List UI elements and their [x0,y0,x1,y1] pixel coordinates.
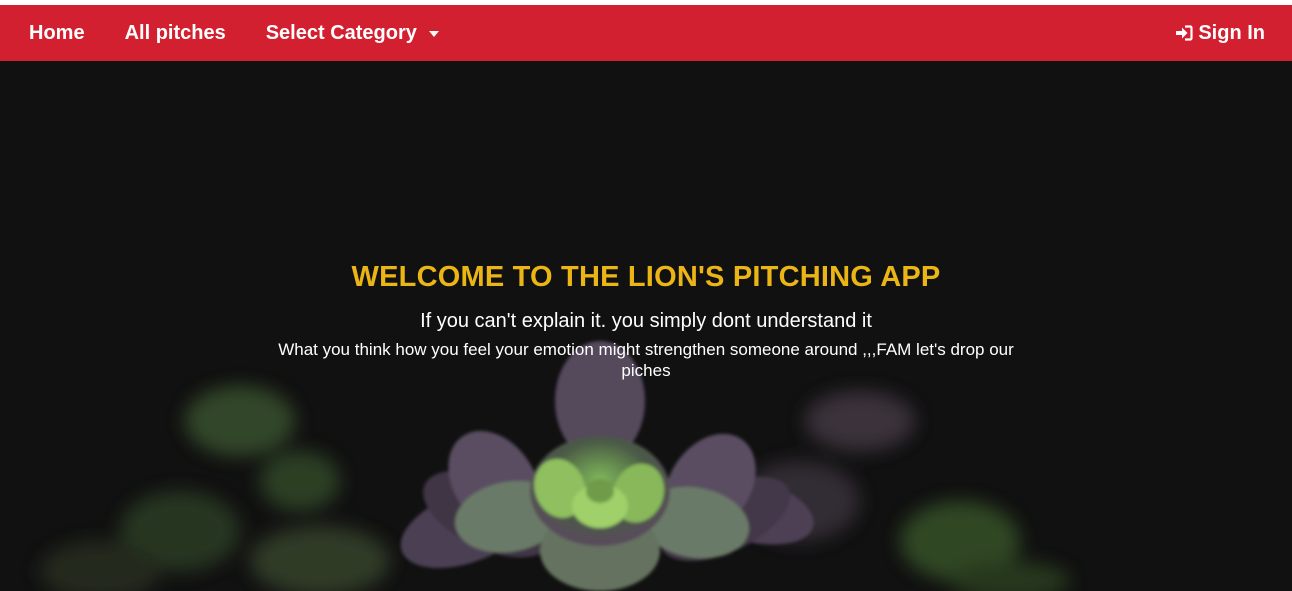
nav-right: Sign In [1175,22,1265,45]
select-category-dropdown[interactable]: Select Category [266,22,439,45]
sign-in-label: Sign In [1198,21,1265,44]
nav-links: Home All pitches Select Category [29,22,479,45]
hero-subtitle: If you can't explain it. you simply dont… [420,310,872,332]
navbar: Home All pitches Select Category Sign In [0,5,1292,61]
sign-in-link[interactable]: Sign In [1175,22,1265,45]
hero-text: WELCOME TO THE LION'S PITCHING APP If yo… [0,261,1292,381]
select-category-label: Select Category [265,21,417,44]
hero-title: WELCOME TO THE LION'S PITCHING APP [351,261,941,293]
hero-banner: WELCOME TO THE LION'S PITCHING APP If yo… [0,61,1292,591]
nav-home-link[interactable]: Home [29,22,85,45]
sign-in-icon [1176,25,1193,41]
hero-description: What you think how you feel your emotion… [278,340,1014,380]
page: Home All pitches Select Category Sign In [0,5,1292,591]
nav-all-pitches-link[interactable]: All pitches [125,22,226,45]
caret-down-icon [428,31,439,37]
